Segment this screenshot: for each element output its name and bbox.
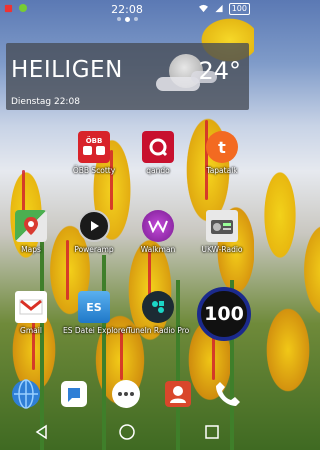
contacts-icon[interactable]	[162, 378, 196, 412]
svg-text:ÖBB: ÖBB	[86, 136, 103, 145]
app-tunein[interactable]: TuneIn Radio Pro	[127, 291, 189, 353]
app-ukw-radio[interactable]: UKW-Radio	[191, 210, 253, 272]
weather-datetime: Dienstag 22:08	[11, 97, 80, 107]
app-poweramp[interactable]: Poweramp	[63, 210, 125, 272]
qando-icon	[142, 131, 174, 163]
app-label: ES Datei Explorer	[63, 326, 129, 335]
app-label: qando	[146, 166, 170, 175]
tapatalk-icon: t	[206, 131, 238, 163]
radio-icon	[206, 210, 238, 242]
status-clock: 22:08	[111, 3, 143, 16]
messaging-icon[interactable]	[58, 378, 92, 412]
oebb-scotty-icon: ÖBB	[78, 131, 110, 163]
app-label: ÖBB Scotty	[72, 166, 116, 175]
walkman-icon	[142, 210, 174, 242]
back-icon[interactable]	[34, 424, 50, 444]
app-100[interactable]: 100	[193, 287, 255, 349]
app-label: Maps	[21, 245, 41, 254]
app-qando[interactable]: qando	[127, 131, 189, 193]
es-explorer-icon: ES	[78, 291, 110, 323]
page-dot-active	[124, 17, 130, 22]
app-gmail[interactable]: Gmail	[0, 291, 62, 353]
app-maps[interactable]: Maps	[0, 210, 62, 272]
dock	[0, 378, 254, 414]
weather-widget[interactable]: HEILIGEN 24° Dienstag 22:08	[6, 43, 249, 110]
weather-temperature: 24°	[198, 57, 241, 85]
app-label: Tapatalk	[206, 166, 238, 175]
browser-globe-icon[interactable]	[10, 378, 44, 412]
home-icon[interactable]	[118, 423, 136, 445]
app-label: UKW-Radio	[201, 245, 243, 254]
app-tapatalk[interactable]: t Tapatalk	[191, 131, 253, 193]
page-dot	[133, 17, 138, 21]
app-drawer-icon[interactable]	[110, 378, 144, 412]
tunein-icon	[142, 291, 174, 323]
weather-city: HEILIGEN	[11, 57, 123, 83]
poweramp-icon	[78, 210, 110, 242]
app-label: Walkman	[140, 245, 176, 254]
gmail-icon	[15, 291, 47, 323]
page-dot	[116, 17, 121, 21]
recents-icon[interactable]	[204, 424, 220, 444]
app-walkman[interactable]: Walkman	[127, 210, 189, 272]
app-label: Poweramp	[74, 245, 114, 254]
navigation-bar	[0, 418, 254, 450]
app-100-icon: 100	[197, 287, 251, 341]
maps-icon	[15, 210, 47, 242]
app-es-explorer[interactable]: ES ES Datei Explorer	[63, 291, 129, 353]
app-oebb-scotty[interactable]: ÖBB ÖBB Scotty	[63, 131, 125, 193]
app-label: Gmail	[20, 326, 42, 335]
app-label: TuneIn Radio Pro	[127, 326, 190, 335]
phone-icon[interactable]	[212, 378, 246, 412]
page-indicator	[0, 17, 254, 22]
